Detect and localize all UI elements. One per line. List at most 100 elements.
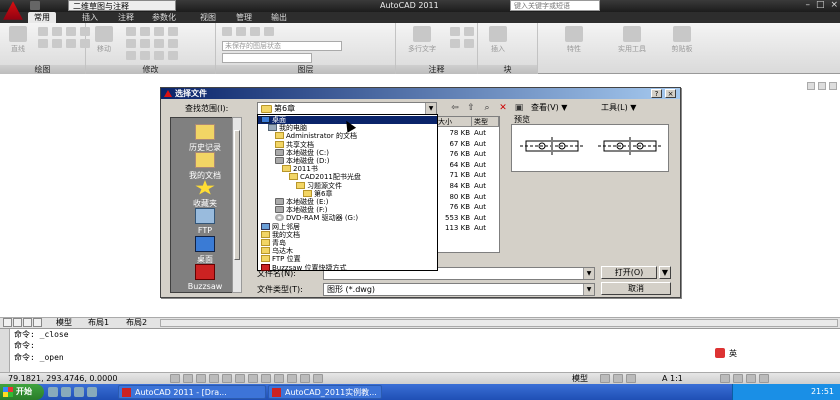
dropdown-item[interactable]: 乌达木 xyxy=(258,247,293,255)
taskbar-item-document[interactable]: AutoCAD_2011实例教... xyxy=(268,385,382,399)
utilities-button[interactable]: 实用工具 xyxy=(610,26,654,54)
help-button[interactable]: ? xyxy=(651,89,662,98)
dropdown-item[interactable]: 本地磁盘 (E:) xyxy=(258,198,328,206)
dropdown-item[interactable]: CAD2011配书光盘 xyxy=(258,173,361,181)
dropdown-item[interactable]: Buzzsaw 位置快捷方式 xyxy=(258,263,346,272)
qp-icon[interactable] xyxy=(300,374,310,383)
dropdown-item[interactable]: 网上邻居 xyxy=(258,222,300,231)
tab-view[interactable]: 视图 xyxy=(194,12,222,23)
command-window[interactable]: 命令: _close 命令: 命令: _open xyxy=(0,328,840,373)
dropdown-item[interactable]: 本地磁盘 (C:) xyxy=(258,148,329,157)
move-button[interactable]: 移动 xyxy=(88,26,120,54)
cancel-button[interactable]: 取消 xyxy=(601,282,671,295)
minimize-button[interactable]: – xyxy=(805,0,810,11)
pan-icon[interactable] xyxy=(613,374,623,383)
autocad-logo-icon[interactable] xyxy=(3,1,23,20)
desktop-icon[interactable] xyxy=(61,387,71,397)
clipboard-button[interactable]: 剪贴板 xyxy=(662,26,702,54)
tab-layout2[interactable]: 布局2 xyxy=(126,318,147,328)
line-button[interactable]: 直线 xyxy=(2,26,34,54)
polar-icon[interactable] xyxy=(209,374,219,383)
dropdown-item[interactable]: 2011书 xyxy=(258,165,318,173)
ortho-icon[interactable] xyxy=(196,374,206,383)
insert-button[interactable]: 插入 xyxy=(482,26,514,54)
view-menu[interactable]: 查看(V) ▼ xyxy=(531,102,567,113)
tab-parametric[interactable]: 参数化 xyxy=(146,12,182,23)
quick-view-icon[interactable] xyxy=(600,374,610,383)
grid-icon[interactable] xyxy=(183,374,193,383)
properties-button[interactable]: 特性 xyxy=(558,26,590,54)
workspace-icon[interactable] xyxy=(720,374,730,383)
filetype-combo[interactable]: 图形 (*.dwg) ▼ xyxy=(323,283,595,296)
sc-icon[interactable] xyxy=(313,374,323,383)
close-button[interactable]: × xyxy=(830,0,838,11)
open-options-button[interactable]: ▼ xyxy=(659,266,671,279)
tab-insert[interactable]: 插入 xyxy=(76,12,104,23)
horizontal-scrollbar[interactable] xyxy=(160,319,838,327)
next-tab-icon[interactable] xyxy=(23,318,32,327)
place-buzzsaw[interactable]: Buzzsaw xyxy=(171,260,239,296)
tab-output[interactable]: 输出 xyxy=(265,12,293,23)
chevron-down-icon[interactable]: ▼ xyxy=(583,268,594,279)
snap-icon[interactable] xyxy=(170,374,180,383)
lock-icon[interactable] xyxy=(733,374,743,383)
command-window-handle[interactable] xyxy=(0,329,10,373)
dropdown-item[interactable]: DVD-RAM 驱动器 (G:) xyxy=(258,214,358,222)
dropdown-item[interactable]: 共享文档 xyxy=(258,140,314,149)
model-space-button[interactable]: 模型 xyxy=(572,373,588,384)
dropdown-item[interactable]: 我的电脑 xyxy=(258,124,307,132)
layer-combo[interactable] xyxy=(222,53,312,63)
new-folder-icon[interactable]: ▣ xyxy=(513,103,525,114)
dropdown-item[interactable]: Administrator 的文档 xyxy=(258,132,357,140)
search-web-icon[interactable]: ⌕ xyxy=(481,103,493,114)
ie-icon[interactable] xyxy=(48,387,58,397)
otrack-icon[interactable] xyxy=(235,374,245,383)
help-search-input[interactable]: 键入关键字或短语 xyxy=(510,0,600,11)
prev-tab-icon[interactable] xyxy=(13,318,22,327)
maximize-button[interactable]: □ xyxy=(816,0,825,11)
ime-language[interactable]: 英 xyxy=(729,348,737,359)
multiline-text-button[interactable]: 多行文字 xyxy=(398,26,446,54)
back-icon[interactable]: ⇦ xyxy=(449,103,461,114)
chevron-down-icon[interactable]: ▼ xyxy=(425,103,436,114)
up-folder-icon[interactable]: ⇧ xyxy=(465,103,477,114)
scrollbar-thumb[interactable] xyxy=(234,130,240,260)
places-scrollbar[interactable] xyxy=(232,117,242,293)
chevron-down-icon[interactable]: ▼ xyxy=(583,284,594,295)
tab-layout1[interactable]: 布局1 xyxy=(88,318,109,328)
new-icon[interactable] xyxy=(30,1,40,10)
last-tab-icon[interactable] xyxy=(33,318,42,327)
folder-icon[interactable] xyxy=(87,387,97,397)
close-icon[interactable] xyxy=(829,82,837,90)
tools-menu[interactable]: 工具(L) ▼ xyxy=(601,102,636,113)
annotation-tools[interactable] xyxy=(450,27,475,48)
osnap-icon[interactable] xyxy=(222,374,232,383)
dropdown-item[interactable]: 本地磁盘 (F:) xyxy=(258,206,328,214)
draw-tools[interactable] xyxy=(38,27,91,48)
dropdown-item[interactable]: 第6章 xyxy=(258,189,332,198)
maximize-icon[interactable] xyxy=(818,82,826,90)
dropdown-item[interactable]: FTP 位置 xyxy=(258,255,301,263)
delete-icon[interactable]: ✕ xyxy=(497,103,509,114)
isolate-icon[interactable] xyxy=(746,374,756,383)
dyn-icon[interactable] xyxy=(261,374,271,383)
tab-annotate[interactable]: 注释 xyxy=(112,12,140,23)
first-tab-icon[interactable] xyxy=(3,318,12,327)
tab-model[interactable]: 模型 xyxy=(56,318,72,328)
column-size[interactable]: 大小 xyxy=(436,117,472,127)
dropdown-item[interactable]: 青岛 xyxy=(258,239,286,247)
layer-tools[interactable] xyxy=(222,27,275,36)
fullscreen-icon[interactable] xyxy=(759,374,769,383)
taskbar-item-autocad[interactable]: AutoCAD 2011 - [Dra... xyxy=(118,385,266,399)
open-button[interactable]: 打开(O) xyxy=(601,266,657,279)
workspace-combo[interactable]: 二维草图与注释 xyxy=(68,0,176,11)
dropdown-item[interactable]: 习题源文件 xyxy=(258,181,342,190)
modify-tools[interactable] xyxy=(126,27,179,60)
transparency-icon[interactable] xyxy=(287,374,297,383)
column-type[interactable]: 类型 xyxy=(472,117,499,127)
lineweight-icon[interactable] xyxy=(274,374,284,383)
zoom-icon[interactable] xyxy=(626,374,636,383)
layer-state-combo[interactable]: 未保存的图层状态 xyxy=(222,41,342,51)
dropdown-item[interactable]: 我的文档 xyxy=(258,230,300,239)
ucs-icon[interactable] xyxy=(248,374,258,383)
